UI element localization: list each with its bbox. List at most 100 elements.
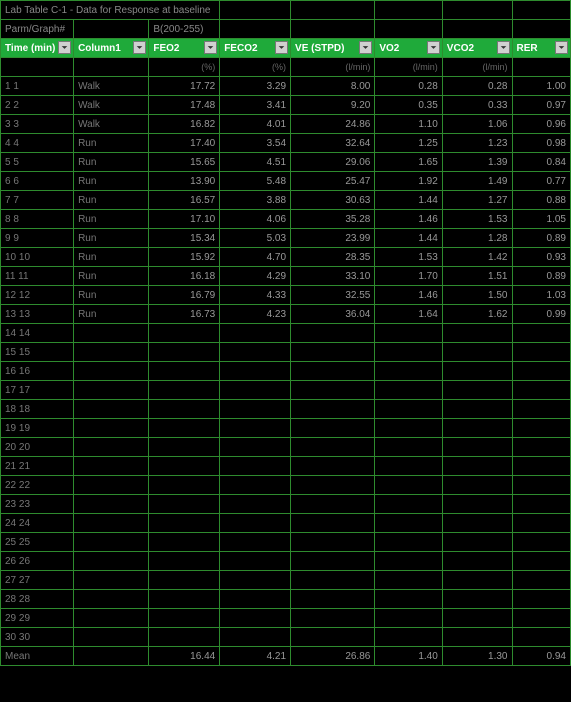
value-cell[interactable]: 1.46 [375, 286, 442, 305]
value-cell[interactable] [442, 362, 512, 381]
value-cell[interactable] [291, 609, 375, 628]
value-cell[interactable]: 32.64 [291, 134, 375, 153]
value-cell[interactable] [149, 324, 220, 343]
value-cell[interactable]: 1.06 [442, 115, 512, 134]
value-cell[interactable]: 16.73 [149, 305, 220, 324]
value-cell[interactable]: 17.48 [149, 96, 220, 115]
value-cell[interactable] [220, 533, 291, 552]
value-cell[interactable] [512, 590, 571, 609]
value-cell[interactable] [291, 381, 375, 400]
value-cell[interactable]: 1.92 [375, 172, 442, 191]
filter-dropdown-icon[interactable] [359, 41, 372, 54]
time-cell[interactable]: 19 19 [1, 419, 74, 438]
value-cell[interactable]: 0.98 [512, 134, 571, 153]
value-cell[interactable]: 1.23 [442, 134, 512, 153]
value-cell[interactable] [442, 343, 512, 362]
value-cell[interactable] [149, 381, 220, 400]
label-cell[interactable] [74, 533, 149, 552]
time-cell[interactable]: 13 13 [1, 305, 74, 324]
value-cell[interactable] [149, 400, 220, 419]
value-cell[interactable]: 4.51 [220, 153, 291, 172]
value-cell[interactable]: 1.27 [442, 191, 512, 210]
value-cell[interactable]: 28.35 [291, 248, 375, 267]
value-cell[interactable]: 1.42 [442, 248, 512, 267]
value-cell[interactable] [220, 438, 291, 457]
label-cell[interactable] [74, 324, 149, 343]
value-cell[interactable] [512, 476, 571, 495]
value-cell[interactable] [442, 400, 512, 419]
filter-dropdown-icon[interactable] [427, 41, 440, 54]
value-cell[interactable] [512, 419, 571, 438]
label-cell[interactable] [74, 590, 149, 609]
value-cell[interactable]: 16.79 [149, 286, 220, 305]
value-cell[interactable] [149, 609, 220, 628]
value-cell[interactable]: 0.93 [512, 248, 571, 267]
label-cell[interactable] [74, 457, 149, 476]
time-cell[interactable]: 10 10 [1, 248, 74, 267]
label-cell[interactable]: Run [74, 172, 149, 191]
value-cell[interactable] [512, 609, 571, 628]
value-cell[interactable]: 24.86 [291, 115, 375, 134]
value-cell[interactable]: 1.39 [442, 153, 512, 172]
value-cell[interactable] [149, 362, 220, 381]
time-cell[interactable]: 27 27 [1, 571, 74, 590]
value-cell[interactable]: 0.77 [512, 172, 571, 191]
value-cell[interactable] [512, 324, 571, 343]
value-cell[interactable] [149, 552, 220, 571]
value-cell[interactable] [375, 514, 442, 533]
value-cell[interactable] [220, 628, 291, 647]
value-cell[interactable] [220, 419, 291, 438]
time-cell[interactable]: 1 1 [1, 77, 74, 96]
value-cell[interactable]: 4.70 [220, 248, 291, 267]
label-cell[interactable]: Run [74, 191, 149, 210]
time-cell[interactable]: 30 30 [1, 628, 74, 647]
value-cell[interactable] [442, 609, 512, 628]
time-cell[interactable]: 6 6 [1, 172, 74, 191]
value-cell[interactable] [442, 419, 512, 438]
value-cell[interactable]: 16.18 [149, 267, 220, 286]
label-cell[interactable] [74, 571, 149, 590]
filter-dropdown-icon[interactable] [555, 41, 568, 54]
label-cell[interactable] [74, 419, 149, 438]
value-cell[interactable]: 3.88 [220, 191, 291, 210]
value-cell[interactable] [442, 324, 512, 343]
value-cell[interactable]: 0.96 [512, 115, 571, 134]
time-cell[interactable]: 8 8 [1, 210, 74, 229]
value-cell[interactable]: 0.89 [512, 229, 571, 248]
value-cell[interactable]: 1.44 [375, 229, 442, 248]
value-cell[interactable] [375, 400, 442, 419]
value-cell[interactable] [512, 495, 571, 514]
label-cell[interactable] [74, 381, 149, 400]
column-header[interactable]: VCO2 [442, 39, 512, 58]
value-cell[interactable]: 17.72 [149, 77, 220, 96]
value-cell[interactable] [220, 571, 291, 590]
time-cell[interactable]: 9 9 [1, 229, 74, 248]
time-cell[interactable]: 5 5 [1, 153, 74, 172]
value-cell[interactable] [442, 438, 512, 457]
label-cell[interactable] [74, 628, 149, 647]
value-cell[interactable] [442, 571, 512, 590]
label-cell[interactable] [74, 400, 149, 419]
value-cell[interactable]: 0.28 [375, 77, 442, 96]
value-cell[interactable] [149, 571, 220, 590]
value-cell[interactable] [375, 495, 442, 514]
value-cell[interactable]: 33.10 [291, 267, 375, 286]
filter-dropdown-icon[interactable] [133, 41, 146, 54]
value-cell[interactable] [375, 343, 442, 362]
time-cell[interactable]: 3 3 [1, 115, 74, 134]
value-cell[interactable]: 4.33 [220, 286, 291, 305]
value-cell[interactable]: 17.40 [149, 134, 220, 153]
value-cell[interactable]: 4.06 [220, 210, 291, 229]
filter-dropdown-icon[interactable] [497, 41, 510, 54]
label-cell[interactable] [74, 362, 149, 381]
value-cell[interactable] [512, 438, 571, 457]
value-cell[interactable] [291, 590, 375, 609]
time-cell[interactable]: 14 14 [1, 324, 74, 343]
value-cell[interactable]: 1.28 [442, 229, 512, 248]
value-cell[interactable]: 9.20 [291, 96, 375, 115]
filter-dropdown-icon[interactable] [275, 41, 288, 54]
column-header[interactable]: RER [512, 39, 571, 58]
value-cell[interactable]: 16.57 [149, 191, 220, 210]
value-cell[interactable] [291, 457, 375, 476]
time-cell[interactable]: 20 20 [1, 438, 74, 457]
